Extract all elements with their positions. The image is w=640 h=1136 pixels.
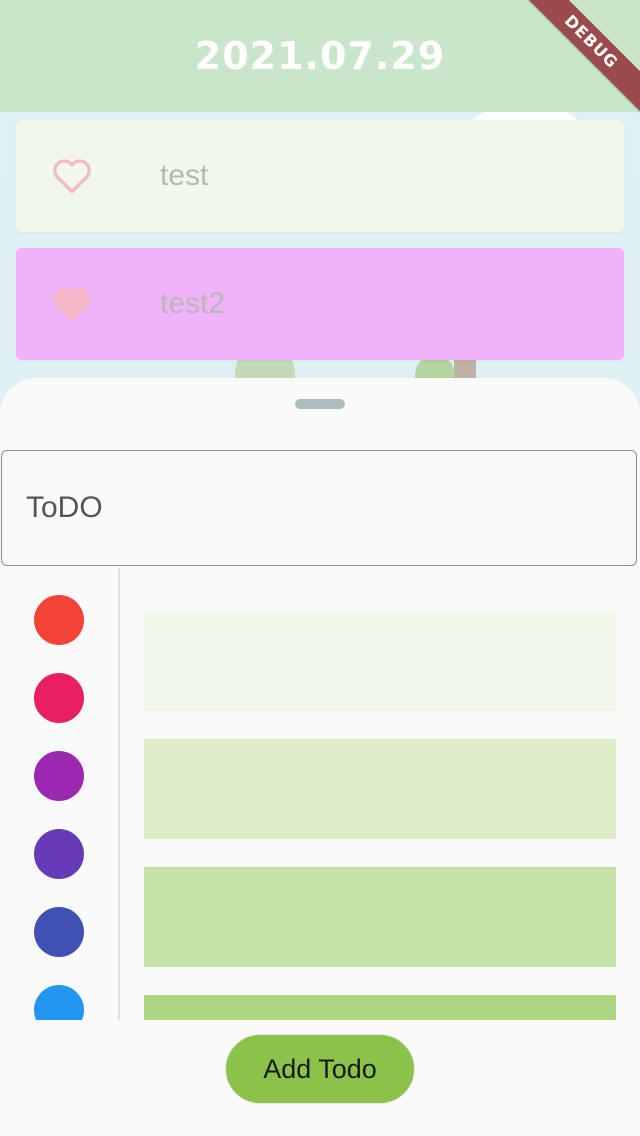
color-palette[interactable]: [0, 568, 118, 1020]
todo-card-test2[interactable]: test2: [16, 248, 624, 360]
color-option-red[interactable]: [34, 595, 84, 645]
shade-option[interactable]: [144, 995, 616, 1020]
color-option-blue[interactable]: [34, 985, 84, 1020]
heart-filled-icon[interactable]: [16, 282, 128, 326]
date-title: 2021.07.29: [194, 34, 446, 78]
app-bar: 2021.07.29: [0, 0, 640, 112]
add-todo-button[interactable]: Add Todo: [225, 1034, 415, 1104]
shade-option[interactable]: [144, 611, 616, 711]
color-option-deep-purple[interactable]: [34, 829, 84, 879]
color-option-indigo[interactable]: [34, 907, 84, 957]
todo-card-test[interactable]: test: [16, 120, 624, 232]
heart-outline-icon[interactable]: [16, 154, 128, 198]
todo-label: test2: [160, 287, 226, 320]
shade-list[interactable]: [144, 568, 616, 1020]
palette-divider: [118, 568, 120, 1020]
add-todo-label: Add Todo: [263, 1053, 377, 1084]
color-option-purple[interactable]: [34, 751, 84, 801]
drag-handle[interactable]: [295, 399, 345, 409]
todo-input[interactable]: [1, 450, 637, 566]
color-option-pink[interactable]: [34, 673, 84, 723]
shade-option[interactable]: [144, 739, 616, 839]
shade-option[interactable]: [144, 867, 616, 967]
todo-label: test: [160, 159, 209, 192]
